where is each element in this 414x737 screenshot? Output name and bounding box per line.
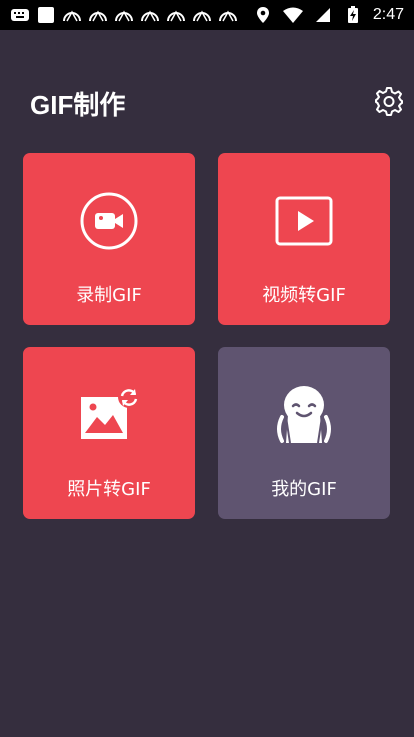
status-time: 2:47 [372,6,404,23]
my-gif-tile[interactable]: 我的GIF [218,347,390,519]
record-gif-tile[interactable]: 录制GIF [23,153,195,325]
app-icon [192,5,212,25]
photo-to-gif-label: 照片转GIF [67,479,151,500]
video-to-gif-label: 视频转GIF [262,285,346,306]
status-bar: 2:47 [0,0,414,30]
app-icon [88,5,108,25]
wifi-icon [282,5,303,25]
signal-icon [313,5,333,25]
record-gif-label: 录制GIF [76,285,142,306]
app-icon [140,5,160,25]
page-title: GIF制作 [30,90,126,120]
video-camera-icon [77,189,141,253]
location-icon [253,5,273,25]
video-to-gif-tile[interactable]: 视频转GIF [218,153,390,325]
person-icon [272,383,336,447]
app-icon [218,5,238,25]
play-icon [272,189,336,253]
square-icon [36,5,56,25]
settings-button[interactable] [373,87,405,119]
photo-to-gif-tile[interactable]: 照片转GIF [23,347,195,519]
keyboard-icon [10,5,30,25]
my-gif-label: 我的GIF [271,479,337,500]
gear-icon [374,86,404,120]
photo-icon [77,383,141,447]
app-icon [114,5,134,25]
battery-icon [343,5,363,25]
app-icon [166,5,186,25]
app-icon [62,5,82,25]
